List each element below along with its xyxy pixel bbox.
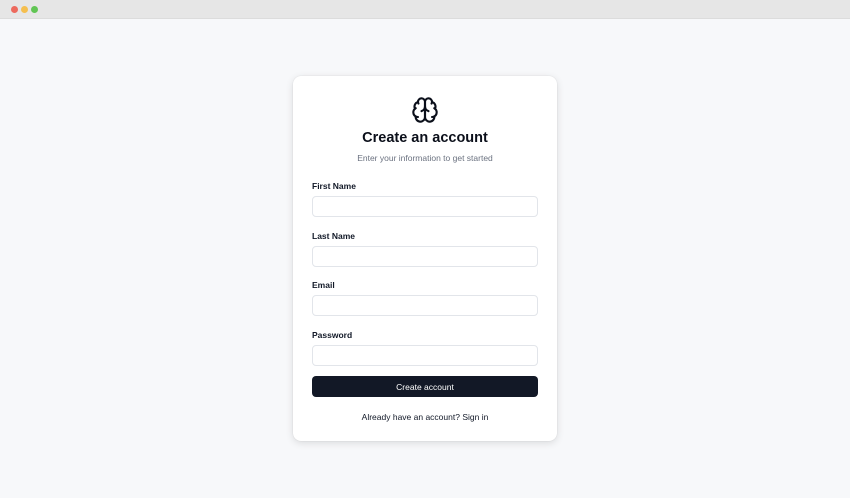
create-account-button[interactable]: Create account xyxy=(312,376,538,397)
signin-link[interactable]: Sign in xyxy=(462,412,488,422)
password-field[interactable] xyxy=(312,345,538,366)
email-field[interactable] xyxy=(312,295,538,316)
signin-prompt: Already have an account? Sign in xyxy=(293,412,557,422)
page-title: Create an account xyxy=(362,130,488,146)
signin-prompt-text: Already have an account? xyxy=(361,412,460,422)
page-subtitle: Enter your information to get started xyxy=(357,153,493,163)
window-close-button[interactable] xyxy=(11,6,18,13)
first-name-label: First Name xyxy=(312,181,356,191)
last-name-field[interactable] xyxy=(312,246,538,267)
first-name-field[interactable] xyxy=(312,196,538,217)
brain-icon xyxy=(412,97,438,123)
window-minimize-button[interactable] xyxy=(21,6,28,13)
window-maximize-button[interactable] xyxy=(31,6,38,13)
signup-card: Create an account Enter your information… xyxy=(293,76,557,441)
window-title-bar xyxy=(0,0,850,19)
last-name-label: Last Name xyxy=(312,231,355,241)
password-label: Password xyxy=(312,330,353,340)
email-label: Email xyxy=(312,280,335,290)
